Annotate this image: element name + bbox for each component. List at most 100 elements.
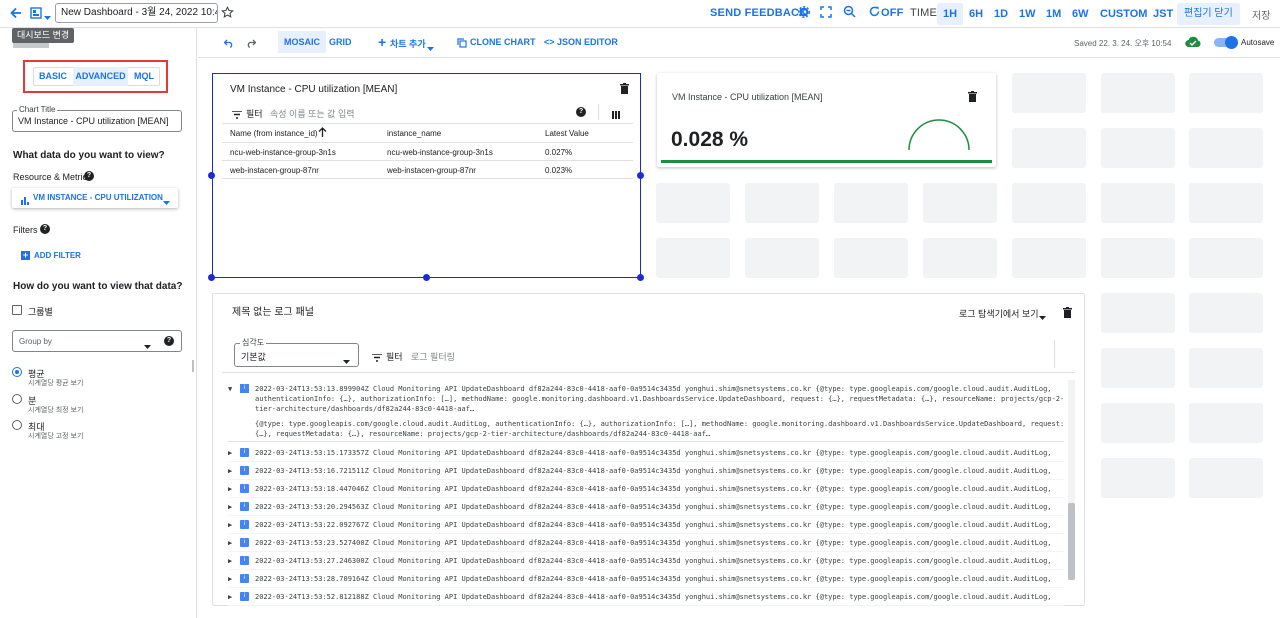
copy-icon[interactable] (457, 37, 467, 51)
dashboard-icon[interactable] (30, 7, 42, 19)
tab-basic[interactable]: BASIC (34, 67, 72, 86)
view-in-explorer-button[interactable]: 로그 탐색기에서 보기 (959, 307, 1039, 320)
saved-status: Saved 22. 3. 24. 오후 10:54 (1074, 39, 1172, 48)
fullscreen-icon[interactable] (820, 6, 832, 21)
timezone-selector[interactable]: JST (1147, 3, 1179, 25)
log-entry[interactable]: ▶ i 2022-03-24T13:53:23.527400Z Cloud Moni… (228, 534, 1064, 552)
send-feedback-button[interactable]: SEND FEEDBACK (710, 7, 807, 19)
chevron-right-icon[interactable]: ▶ (228, 449, 232, 457)
column-header-name[interactable]: Name (from instance_id) (230, 129, 318, 138)
plus-icon[interactable]: + (378, 34, 386, 50)
time-range-6h[interactable]: 6H (963, 3, 989, 25)
time-range-1h[interactable]: 1H (937, 3, 964, 25)
clone-chart-button[interactable]: CLONE CHART (470, 37, 536, 47)
radio-max-sub: 시계열당 고정 보기 (28, 433, 84, 440)
close-editor-button[interactable]: 편집기 닫기 (1177, 3, 1240, 25)
time-range-1m[interactable]: 1M (1040, 3, 1067, 25)
dashboard-title-input[interactable]: New Dashboard - 3월 24, 2022 10:45 오후 (55, 3, 218, 23)
log-scrollbar-thumb[interactable] (1068, 503, 1075, 580)
chevron-down-icon[interactable]: ▼ (228, 385, 232, 393)
chevron-right-icon[interactable]: ▶ (228, 521, 232, 529)
trash-icon[interactable] (620, 83, 629, 97)
chevron-right-icon[interactable]: ▶ (228, 503, 232, 511)
chevron-right-icon[interactable]: ▶ (228, 539, 232, 547)
help-icon[interactable]: ? (576, 107, 586, 117)
add-chart-button[interactable]: 차트 추가 (390, 37, 426, 50)
grid-button[interactable]: GRID (329, 37, 352, 47)
chevron-right-icon[interactable]: ▶ (228, 557, 232, 565)
tab-mql[interactable]: MQL (129, 67, 159, 86)
auto-refresh-toggle[interactable]: OFF (881, 7, 904, 19)
column-toggle-icon[interactable] (612, 108, 620, 122)
metric-selector[interactable]: VM INSTANCE - CPU UTILIZATION (12, 188, 178, 208)
help-icon[interactable]: ? (164, 336, 174, 346)
chevron-right-icon[interactable]: ▶ (228, 575, 232, 583)
log-text-line: {@type: type.googleapis.com/google.cloud… (255, 420, 1064, 428)
table-row[interactable]: ncu-web-instance-group-3n1s ncu-web-inst… (222, 143, 633, 161)
resize-handle-bottom-left[interactable] (208, 274, 215, 281)
chevron-down-icon[interactable] (1039, 310, 1046, 324)
log-entry[interactable]: ▶ i 2022-03-24T13:53:52.812188Z Cloud Moni… (228, 588, 1064, 606)
trash-icon[interactable] (1063, 307, 1072, 321)
trash-icon[interactable] (968, 91, 977, 105)
save-button[interactable]: 저장 (1252, 7, 1270, 22)
add-filter-button[interactable]: ADD FILTER (34, 251, 81, 260)
radio-mean[interactable] (12, 367, 22, 377)
chevron-right-icon[interactable]: ▶ (228, 485, 232, 493)
radio-min[interactable] (12, 394, 22, 404)
help-icon[interactable]: ? (40, 224, 50, 234)
chevron-right-icon[interactable]: ▶ (228, 467, 232, 475)
filter-icon[interactable] (372, 351, 382, 365)
log-entry[interactable]: ▶ i 2022-03-24T13:53:22.092767Z Cloud Moni… (228, 516, 1064, 534)
time-range-6w[interactable]: 6W (1066, 3, 1095, 25)
arrow-left-icon[interactable] (9, 6, 23, 20)
chevron-down-icon[interactable] (427, 41, 434, 55)
tab-advanced[interactable]: ADVANCED (73, 67, 128, 86)
empty-tile (923, 238, 997, 278)
log-entry-text: 2022-03-24T13:53:23.527400Z Cloud Monito… (255, 539, 1052, 547)
log-text-line: tier-architecture/dashboards/df82a244-83… (255, 405, 475, 413)
redo-icon[interactable] (246, 37, 257, 51)
panel-scrollbar[interactable] (192, 360, 194, 372)
resize-handle-right[interactable] (637, 172, 644, 179)
time-range-1d[interactable]: 1D (988, 3, 1014, 25)
time-range-1w[interactable]: 1W (1013, 3, 1042, 25)
log-text-line: 2022-03-24T13:53:13.899904Z Cloud Monito… (255, 385, 1052, 393)
resize-handle-left[interactable] (208, 172, 215, 179)
filter-icon[interactable] (232, 108, 242, 122)
log-entry-expanded[interactable]: ▼ i 2022-03-24T13:53:13.899904Z Cloud Mo… (228, 380, 1064, 442)
group-checkbox[interactable] (12, 305, 22, 315)
gear-icon[interactable] (797, 5, 811, 21)
log-entry[interactable]: ▶ i 2022-03-24T13:53:28.709164Z Cloud Moni… (228, 570, 1064, 588)
table-row[interactable]: web-instacen-group-87nr web-instacen-gro… (222, 161, 633, 179)
resize-handle-bottom-right[interactable] (637, 274, 644, 281)
autosave-toggle[interactable] (1214, 36, 1238, 49)
table-filter-input[interactable]: 속성 이름 또는 값 입력 (270, 107, 355, 120)
arrow-up-icon[interactable] (318, 127, 327, 139)
undo-icon[interactable] (223, 37, 234, 51)
group-by-select[interactable]: Group by ? (12, 330, 182, 352)
star-icon[interactable] (221, 6, 234, 22)
resize-handle-bottom[interactable] (423, 274, 430, 281)
column-header-latest[interactable]: Latest Value (545, 129, 589, 138)
chevron-right-icon[interactable]: ▶ (228, 593, 232, 601)
code-icon[interactable]: <> (544, 37, 555, 47)
log-filter-input[interactable]: 로그 필터링 (411, 350, 455, 363)
chevron-down-icon[interactable] (44, 10, 51, 24)
time-label: TIME: (910, 7, 941, 19)
log-entry[interactable]: ▶ i 2022-03-24T13:53:18.447046Z Cloud Moni… (228, 480, 1064, 498)
refresh-icon[interactable] (869, 6, 880, 20)
help-icon[interactable]: ? (84, 171, 94, 181)
json-editor-button[interactable]: JSON EDITOR (557, 37, 618, 47)
time-range-custom[interactable]: CUSTOM (1094, 3, 1153, 25)
log-entry[interactable]: ▶ i 2022-03-24T13:53:27.246300Z Cloud Moni… (228, 552, 1064, 570)
log-entry[interactable]: ▶ i 2022-03-24T13:53:15.173357Z Cloud Moni… (228, 444, 1064, 462)
radio-max[interactable] (12, 420, 22, 430)
plus-box-icon[interactable]: + (21, 251, 30, 260)
zoom-out-icon[interactable] (843, 5, 856, 21)
log-entry[interactable]: ▶ i 2022-03-24T13:53:20.294563Z Cloud Moni… (228, 498, 1064, 516)
mosaic-button[interactable]: MOSAIC (278, 31, 326, 53)
log-entry[interactable]: ▶ i 2022-03-24T13:53:16.721511Z Cloud Moni… (228, 462, 1064, 480)
column-header-instance[interactable]: instance_name (387, 129, 441, 138)
empty-tile (1101, 403, 1175, 443)
